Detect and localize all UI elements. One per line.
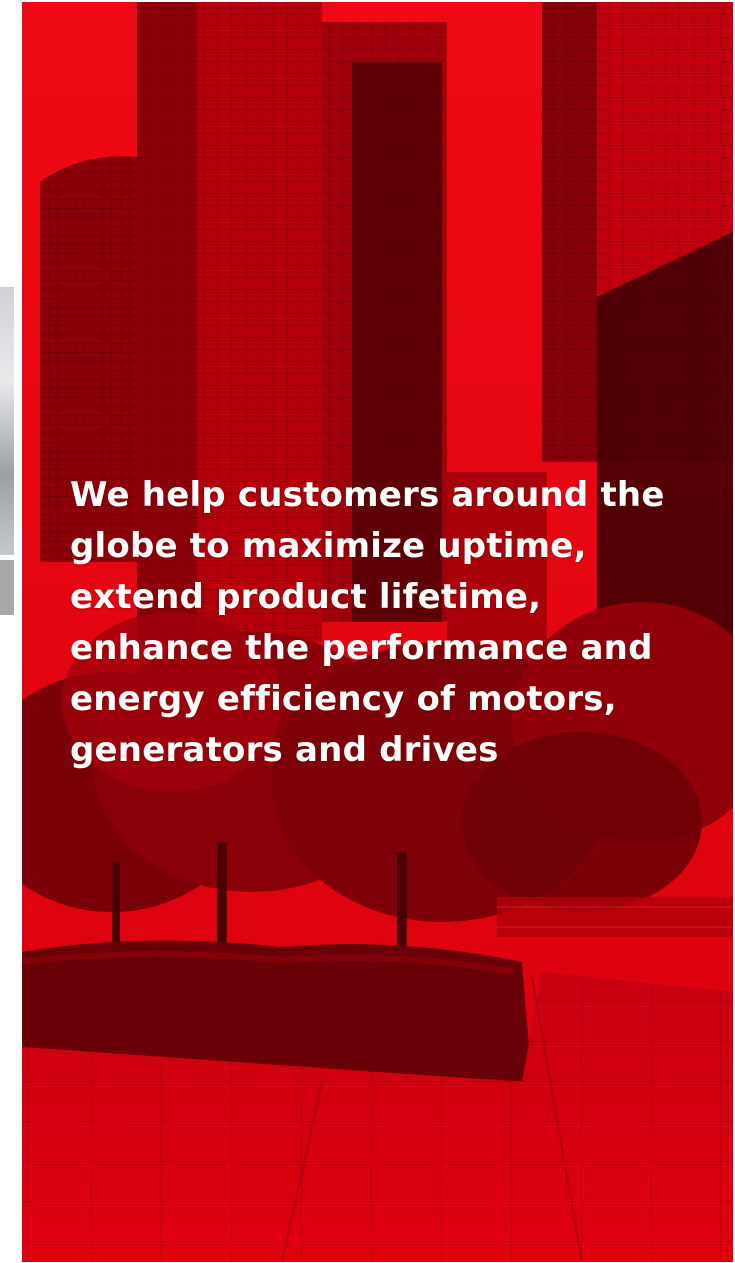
left-page-edge: [0, 0, 22, 1263]
adjacent-slide-caption-edge: [0, 560, 14, 615]
hero-tagline: We help customers around the globe to ma…: [70, 475, 665, 770]
hero-banner: We help customers around the globe to ma…: [22, 2, 733, 1262]
adjacent-slide-image-edge: [0, 287, 14, 555]
